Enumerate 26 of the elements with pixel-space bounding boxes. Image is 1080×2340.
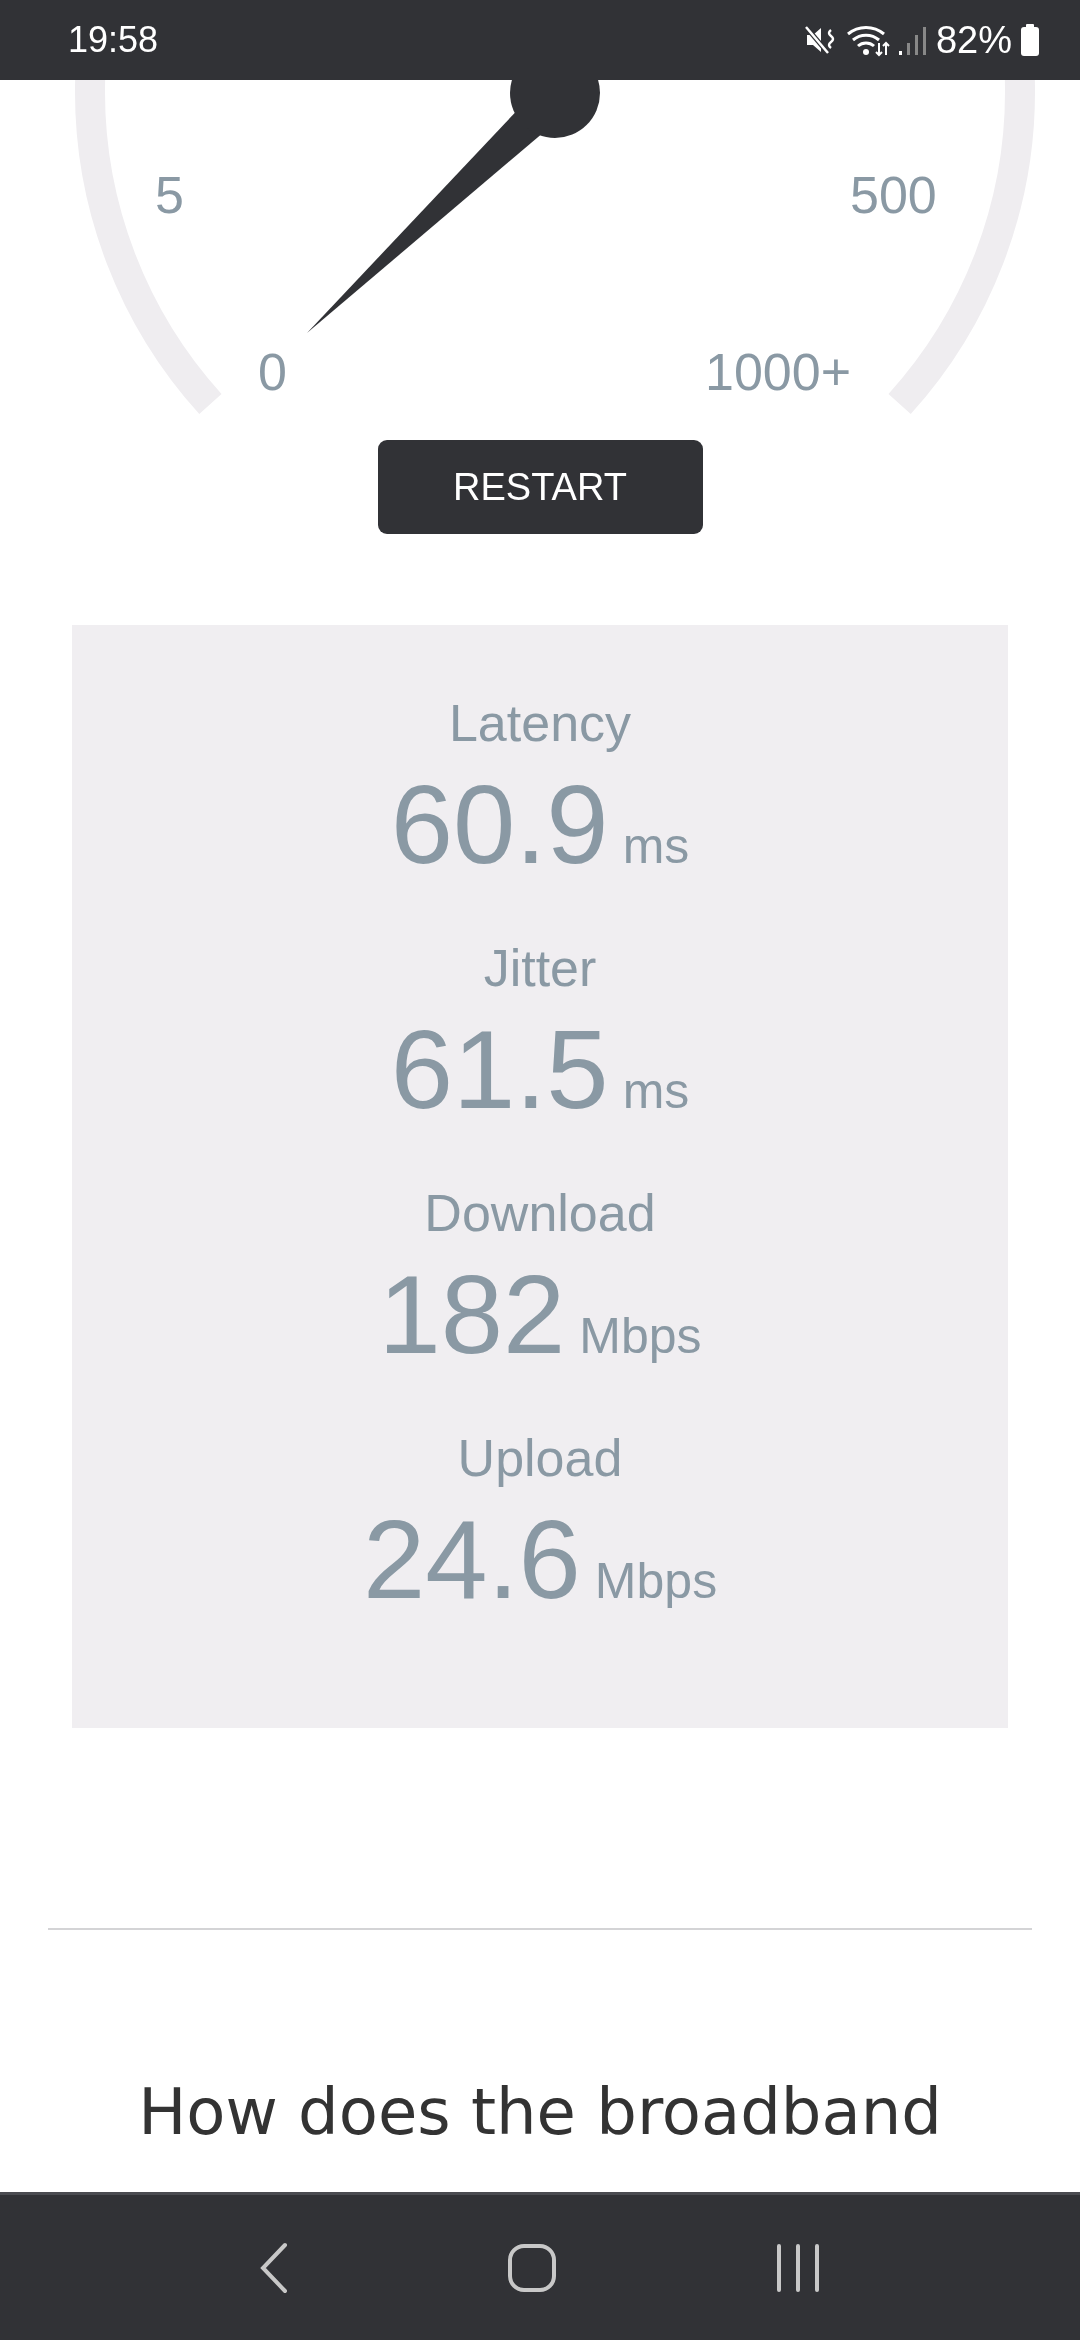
scale-label: 0 [258,342,287,402]
metric-unit: ms [622,817,690,875]
metric-value: 61.5 [390,1010,609,1130]
metric-unit: ms [622,1062,690,1120]
wifi-icon [845,23,890,57]
scale-label: 5 [155,165,184,225]
restart-button[interactable]: RESTART [377,440,703,534]
metric-label: Upload [457,1428,623,1489]
clock-time: 19:58 [68,19,159,61]
metric-value: 60.9 [390,765,609,885]
back-icon[interactable] [259,2241,289,2294]
scale-label: 500 [850,165,937,225]
metric-unit: Mbps [594,1552,718,1610]
signal-icon [897,24,928,56]
metric-value: 182 [378,1255,566,1375]
section-heading: How does the broadband [138,2074,942,2151]
battery-level: 82% [935,18,1012,62]
metric-unit: Mbps [579,1307,702,1365]
metric-label: Jitter [483,938,597,999]
metric-label: Download [424,1183,656,1244]
home-icon[interactable] [507,2242,557,2293]
recent-apps-icon[interactable] [775,2242,821,2293]
battery-icon [1020,23,1040,57]
metric-label: Latency [448,693,632,754]
metric-value: 24.6 [362,1500,581,1620]
scale-label: 1000+ [705,342,852,402]
